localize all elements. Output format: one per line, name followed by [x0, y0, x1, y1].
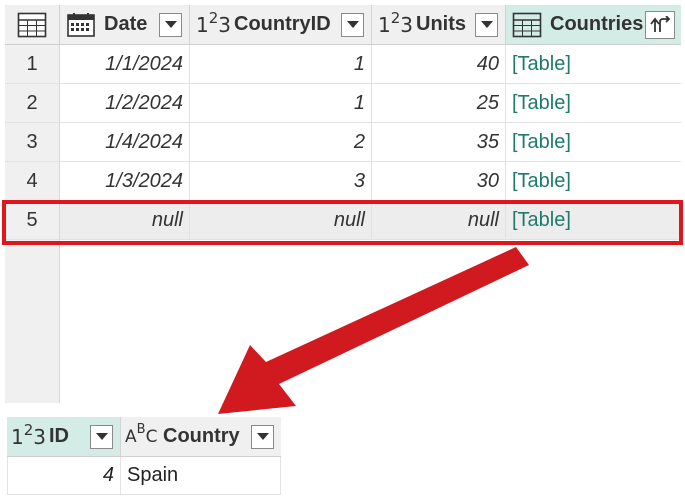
cell-countryid[interactable]: 3: [190, 162, 372, 201]
expand-column-button[interactable]: [645, 10, 675, 39]
cell-countryid[interactable]: 2: [190, 123, 372, 162]
cell-country[interactable]: Spain: [121, 457, 281, 495]
cell-countryid[interactable]: null: [190, 201, 372, 240]
row-number: 2: [5, 84, 60, 123]
column-header-id[interactable]: 123 ID: [7, 417, 121, 457]
table-row[interactable]: 4 Spain: [7, 457, 281, 495]
cell-date[interactable]: 1/3/2024: [60, 162, 190, 201]
cell-countries-table-link[interactable]: [Table]: [506, 84, 681, 123]
column-header-country[interactable]: ABC Country: [121, 417, 281, 457]
expand-icon: [650, 15, 671, 32]
cell-countryid[interactable]: 1: [190, 84, 372, 123]
chevron-down-icon[interactable]: [475, 12, 498, 37]
cell-date[interactable]: 1/2/2024: [60, 84, 190, 123]
whole-number-type-icon: 123: [378, 8, 414, 37]
column-header-countryid[interactable]: 123 CountryID: [190, 5, 372, 45]
cell-countries-table-link[interactable]: [Table]: [506, 162, 681, 201]
chevron-down-icon[interactable]: [159, 12, 182, 37]
table-row[interactable]: 1 1/1/2024 1 40 [Table]: [5, 45, 681, 84]
row-number: 1: [5, 45, 60, 84]
cell-id[interactable]: 4: [7, 457, 121, 495]
query-preview-grid: Date 123 CountryID 123 Units Countries 1…: [5, 5, 681, 403]
text-type-icon: ABC: [125, 422, 158, 447]
table-row[interactable]: 5 null null null [Table]: [5, 201, 681, 240]
table-icon: [512, 12, 546, 38]
calendar-icon: [66, 12, 100, 38]
column-label-id: ID: [49, 425, 69, 447]
row-number: 5: [5, 201, 60, 240]
column-label-countryid: CountryID: [234, 13, 331, 35]
table-row[interactable]: 3 1/4/2024 2 35 [Table]: [5, 123, 681, 162]
column-label-units: Units: [416, 13, 466, 35]
column-header-countries[interactable]: Countries: [506, 5, 681, 45]
nested-table-preview: 123 ID ABC Country 4 Spain: [7, 417, 281, 497]
column-label-date: Date: [104, 13, 148, 35]
cell-countryid[interactable]: 1: [190, 45, 372, 84]
cell-countries-table-link[interactable]: [Table]: [506, 123, 681, 162]
cell-date[interactable]: 1/1/2024: [60, 45, 190, 84]
cell-units[interactable]: 40: [372, 45, 506, 84]
whole-number-type-icon: 123: [196, 8, 232, 37]
column-header-date[interactable]: Date: [60, 5, 190, 45]
chevron-down-icon[interactable]: [251, 424, 274, 449]
whole-number-type-icon: 123: [11, 420, 47, 449]
column-label-country: Country: [163, 425, 240, 447]
column-header-units[interactable]: 123 Units: [372, 5, 506, 45]
table-icon: [17, 12, 47, 37]
table-options-button[interactable]: [5, 5, 60, 45]
chevron-down-icon[interactable]: [90, 424, 113, 449]
cell-date[interactable]: 1/4/2024: [60, 123, 190, 162]
table-row[interactable]: 2 1/2/2024 1 25 [Table]: [5, 84, 681, 123]
cell-date[interactable]: null: [60, 201, 190, 240]
table-row[interactable]: 4 1/3/2024 3 30 [Table]: [5, 162, 681, 201]
cell-countries-table-link[interactable]: [Table]: [506, 201, 681, 240]
cell-units[interactable]: null: [372, 201, 506, 240]
cell-units[interactable]: 25: [372, 84, 506, 123]
chevron-down-icon[interactable]: [341, 12, 364, 37]
cell-units[interactable]: 30: [372, 162, 506, 201]
column-label-countries: Countries: [550, 13, 644, 35]
cell-units[interactable]: 35: [372, 123, 506, 162]
row-number: 3: [5, 123, 60, 162]
cell-countries-table-link[interactable]: [Table]: [506, 45, 681, 84]
row-number: 4: [5, 162, 60, 201]
